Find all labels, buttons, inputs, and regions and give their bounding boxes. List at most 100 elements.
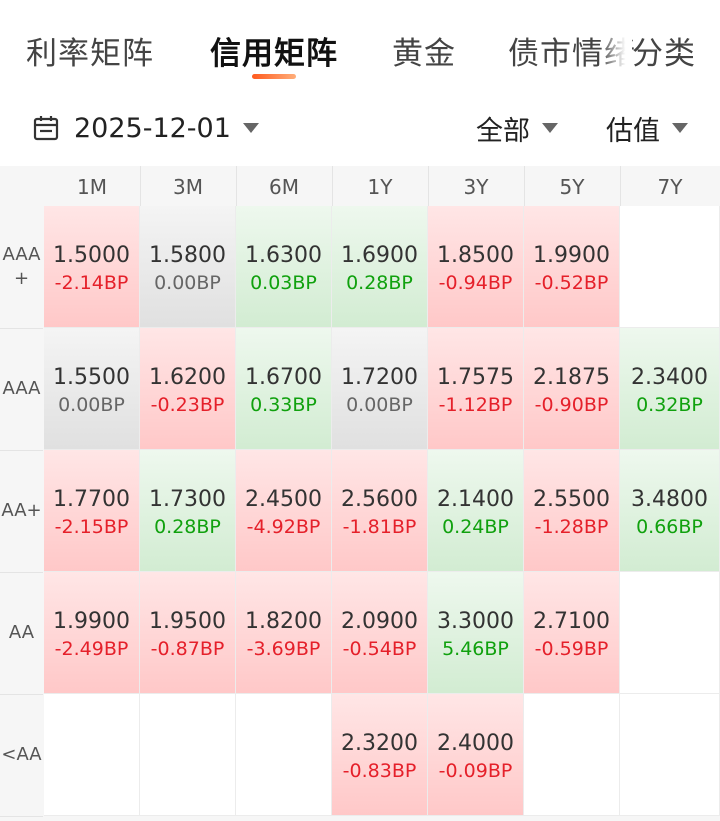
bp-change: -4.92BP	[246, 516, 321, 538]
yield-value: 1.5500	[53, 365, 130, 390]
matrix-cell[interactable]: 1.7700 -2.15BP	[44, 450, 140, 572]
row-label: AA+	[1, 499, 41, 523]
matrix-cell	[620, 572, 720, 694]
matrix-cell[interactable]: 2.7100 -0.59BP	[524, 572, 620, 694]
bp-change: -0.54BP	[342, 638, 417, 660]
row-label-line: AA+	[1, 500, 42, 521]
matrix-cell[interactable]: 1.6700 0.33BP	[236, 328, 332, 450]
bp-change: 0.33BP	[250, 394, 317, 416]
matrix-cell[interactable]: 1.6300 0.03BP	[236, 206, 332, 328]
bp-change: -2.49BP	[54, 638, 129, 660]
matrix-cell[interactable]: 1.7300 0.28BP	[140, 450, 236, 572]
matrix-cell[interactable]: 3.3000 5.46BP	[428, 572, 524, 694]
date-picker[interactable]: 2025-12-01	[32, 108, 259, 148]
bp-change: -1.28BP	[534, 516, 609, 538]
yield-value: 1.5000	[53, 243, 130, 268]
row-label-line: AAA	[2, 244, 41, 265]
yield-value: 2.7100	[533, 609, 610, 634]
filter-bar: 2025-12-01 全部 估值	[0, 100, 720, 160]
matrix-cell[interactable]: 1.9500 -0.87BP	[140, 572, 236, 694]
matrix-cell[interactable]: 2.0900 -0.54BP	[332, 572, 428, 694]
bp-change: -0.87BP	[150, 638, 225, 660]
yield-value: 2.1875	[533, 365, 610, 390]
matrix-cell[interactable]: 1.9900 -2.49BP	[44, 572, 140, 694]
row-header: AA+	[0, 450, 43, 573]
row-header: AA	[0, 572, 43, 695]
yield-value: 2.0900	[341, 609, 418, 634]
matrix-cell[interactable]: 2.1400 0.24BP	[428, 450, 524, 572]
matrix-cell	[620, 694, 720, 816]
tab-overflow-fade	[600, 20, 632, 80]
tab-category[interactable]: 分类	[632, 28, 696, 73]
column-header-5y: 5Y	[524, 166, 621, 206]
yield-value: 1.8200	[245, 609, 322, 634]
tab-bar: 利率矩阵 信用矩阵 黄金 债市情绪 分类	[0, 0, 720, 100]
scope-dropdown[interactable]: 全部	[476, 108, 558, 148]
row-header: AAA	[0, 328, 43, 451]
matrix-cell[interactable]: 1.5500 0.00BP	[44, 328, 140, 450]
tab-credit-matrix[interactable]: 信用矩阵	[210, 28, 338, 73]
matrix-cell[interactable]: 1.8500 -0.94BP	[428, 206, 524, 328]
yield-value: 1.7575	[437, 365, 514, 390]
row-label-line: AA	[8, 622, 35, 643]
matrix-cell[interactable]: 1.8200 -3.69BP	[236, 572, 332, 694]
bp-change: 0.00BP	[58, 394, 125, 416]
yield-value: 2.4500	[245, 487, 322, 512]
bp-change: 0.28BP	[346, 272, 413, 294]
matrix-cell[interactable]: 2.3400 0.32BP	[620, 328, 720, 450]
matrix-cell[interactable]: 2.5600 -1.81BP	[332, 450, 428, 572]
matrix-cell[interactable]: 1.5800 0.00BP	[140, 206, 236, 328]
caret-down-icon	[242, 123, 259, 133]
row-label: <AA	[1, 743, 41, 767]
metric-dropdown[interactable]: 估值	[606, 108, 688, 148]
yield-value: 1.9500	[149, 609, 226, 634]
matrix-cell	[524, 694, 620, 816]
matrix-cell[interactable]: 2.4000 -0.09BP	[428, 694, 524, 816]
tab-rate-matrix[interactable]: 利率矩阵	[26, 28, 154, 73]
matrix-cell	[620, 206, 720, 328]
yield-value: 1.6700	[245, 365, 322, 390]
yield-value: 2.3400	[631, 365, 708, 390]
column-header-3m: 3M	[140, 166, 237, 206]
column-header-6m: 6M	[236, 166, 333, 206]
row-label: AA	[9, 621, 34, 645]
yield-value: 3.3000	[437, 609, 514, 634]
column-header-1y: 1Y	[332, 166, 429, 206]
yield-value: 2.3200	[341, 731, 418, 756]
matrix-cell[interactable]: 2.1875 -0.90BP	[524, 328, 620, 450]
row-label-line: <AA	[1, 744, 42, 765]
matrix-cell[interactable]: 1.6900 0.28BP	[332, 206, 428, 328]
matrix-cell[interactable]: 1.9900 -0.52BP	[524, 206, 620, 328]
row-header: AAA +	[0, 206, 43, 329]
caret-down-icon	[672, 123, 688, 133]
bp-change: -0.09BP	[438, 760, 513, 782]
bp-change: -0.59BP	[534, 638, 609, 660]
bp-change: 0.66BP	[636, 516, 703, 538]
yield-value: 2.5500	[533, 487, 610, 512]
matrix-cell[interactable]: 1.6200 -0.23BP	[140, 328, 236, 450]
matrix-cell[interactable]: 3.4800 0.66BP	[620, 450, 720, 572]
yield-value: 1.7300	[149, 487, 226, 512]
matrix-cell[interactable]: 1.5000 -2.14BP	[44, 206, 140, 328]
matrix-cell[interactable]: 1.7200 0.00BP	[332, 328, 428, 450]
yield-value: 1.6300	[245, 243, 322, 268]
row-header: <AA	[0, 694, 43, 817]
active-tab-indicator	[252, 74, 296, 79]
matrix-cell[interactable]: 2.4500 -4.92BP	[236, 450, 332, 572]
bp-change: 0.32BP	[636, 394, 703, 416]
yield-value: 1.9900	[53, 609, 130, 634]
bp-change: -0.94BP	[438, 272, 513, 294]
row-label: AAA	[3, 377, 41, 401]
bp-change: -2.14BP	[54, 272, 129, 294]
bp-change: -3.69BP	[246, 638, 321, 660]
matrix-cell[interactable]: 1.7575 -1.12BP	[428, 328, 524, 450]
row-label: AAA +	[3, 243, 41, 291]
yield-value: 1.5800	[149, 243, 226, 268]
matrix-cell[interactable]: 2.5500 -1.28BP	[524, 450, 620, 572]
tab-gold[interactable]: 黄金	[392, 28, 456, 73]
yield-value: 3.4800	[631, 487, 708, 512]
bp-change: 0.00BP	[154, 272, 221, 294]
matrix-cell[interactable]: 2.3200 -0.83BP	[332, 694, 428, 816]
yield-value: 2.4000	[437, 731, 514, 756]
bp-change: -0.23BP	[150, 394, 225, 416]
